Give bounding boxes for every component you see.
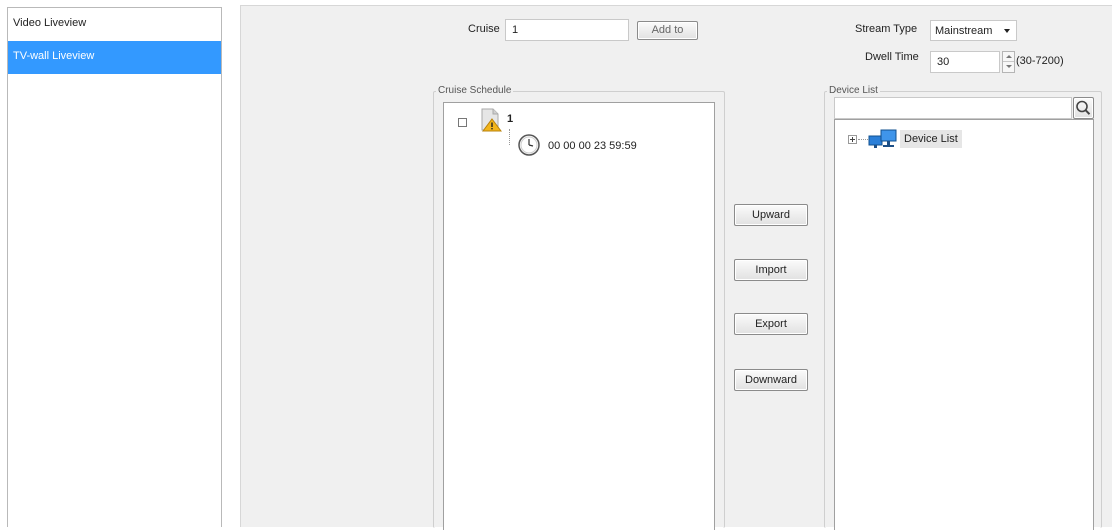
search-icon — [1076, 100, 1091, 115]
cruise-label: Cruise — [468, 23, 500, 35]
add-to-button[interactable]: Add to — [637, 21, 698, 40]
schedule-node-label: 1 — [507, 113, 514, 125]
stream-type-value: Mainstream — [935, 25, 993, 37]
stream-type-label: Stream Type — [855, 23, 918, 35]
dwell-time-range: (30-7200) — [1016, 55, 1064, 67]
expand-toggle[interactable] — [848, 135, 857, 144]
device-list-legend: Device List — [827, 85, 880, 96]
tree-connector — [509, 129, 510, 145]
warning-file-icon — [481, 108, 503, 132]
cruise-schedule-group: Cruise Schedule 1 00 00 00 23 59:59 — [433, 85, 725, 530]
device-list-root[interactable]: Device List — [900, 130, 962, 148]
downward-button[interactable]: Downward — [734, 369, 808, 391]
schedule-time-entry[interactable]: 00 00 00 23 59:59 — [548, 140, 637, 152]
export-button[interactable]: Export — [734, 313, 808, 335]
sidebar-item-tv-wall-liveview[interactable]: TV-wall Liveview — [8, 41, 221, 74]
main-panel: Cruise 1 Add to Stream Type Mainstream D… — [240, 5, 1112, 530]
device-list-root-label: Device List — [904, 133, 958, 145]
dwell-time-input[interactable]: 30 — [930, 51, 1000, 73]
sidebar-item-video-liveview[interactable]: Video Liveview — [8, 8, 221, 41]
device-list-group: Device List Device List — [824, 85, 1102, 530]
import-button[interactable]: Import — [734, 259, 808, 281]
schedule-node-checkbox[interactable] — [458, 118, 467, 127]
dwell-time-spinner[interactable] — [1002, 51, 1015, 73]
device-list-tree[interactable]: Device List — [834, 119, 1094, 530]
upward-button[interactable]: Upward — [734, 204, 808, 226]
clock-icon — [518, 134, 540, 156]
monitor-icon — [868, 128, 898, 150]
spin-down-icon[interactable] — [1003, 62, 1014, 72]
tree-connector — [858, 139, 868, 140]
chevron-down-icon — [1004, 29, 1010, 33]
dwell-time-label: Dwell Time — [865, 51, 919, 63]
search-button[interactable] — [1073, 97, 1094, 119]
cruise-schedule-tree[interactable]: 1 00 00 00 23 59:59 — [443, 102, 715, 530]
cruise-input[interactable]: 1 — [505, 19, 629, 41]
sidebar: Video Liveview TV-wall Liveview — [7, 7, 222, 527]
cruise-schedule-legend: Cruise Schedule — [436, 85, 514, 96]
device-search-input[interactable] — [834, 97, 1072, 119]
stream-type-select[interactable]: Mainstream — [930, 20, 1017, 41]
spin-up-icon[interactable] — [1003, 52, 1014, 62]
